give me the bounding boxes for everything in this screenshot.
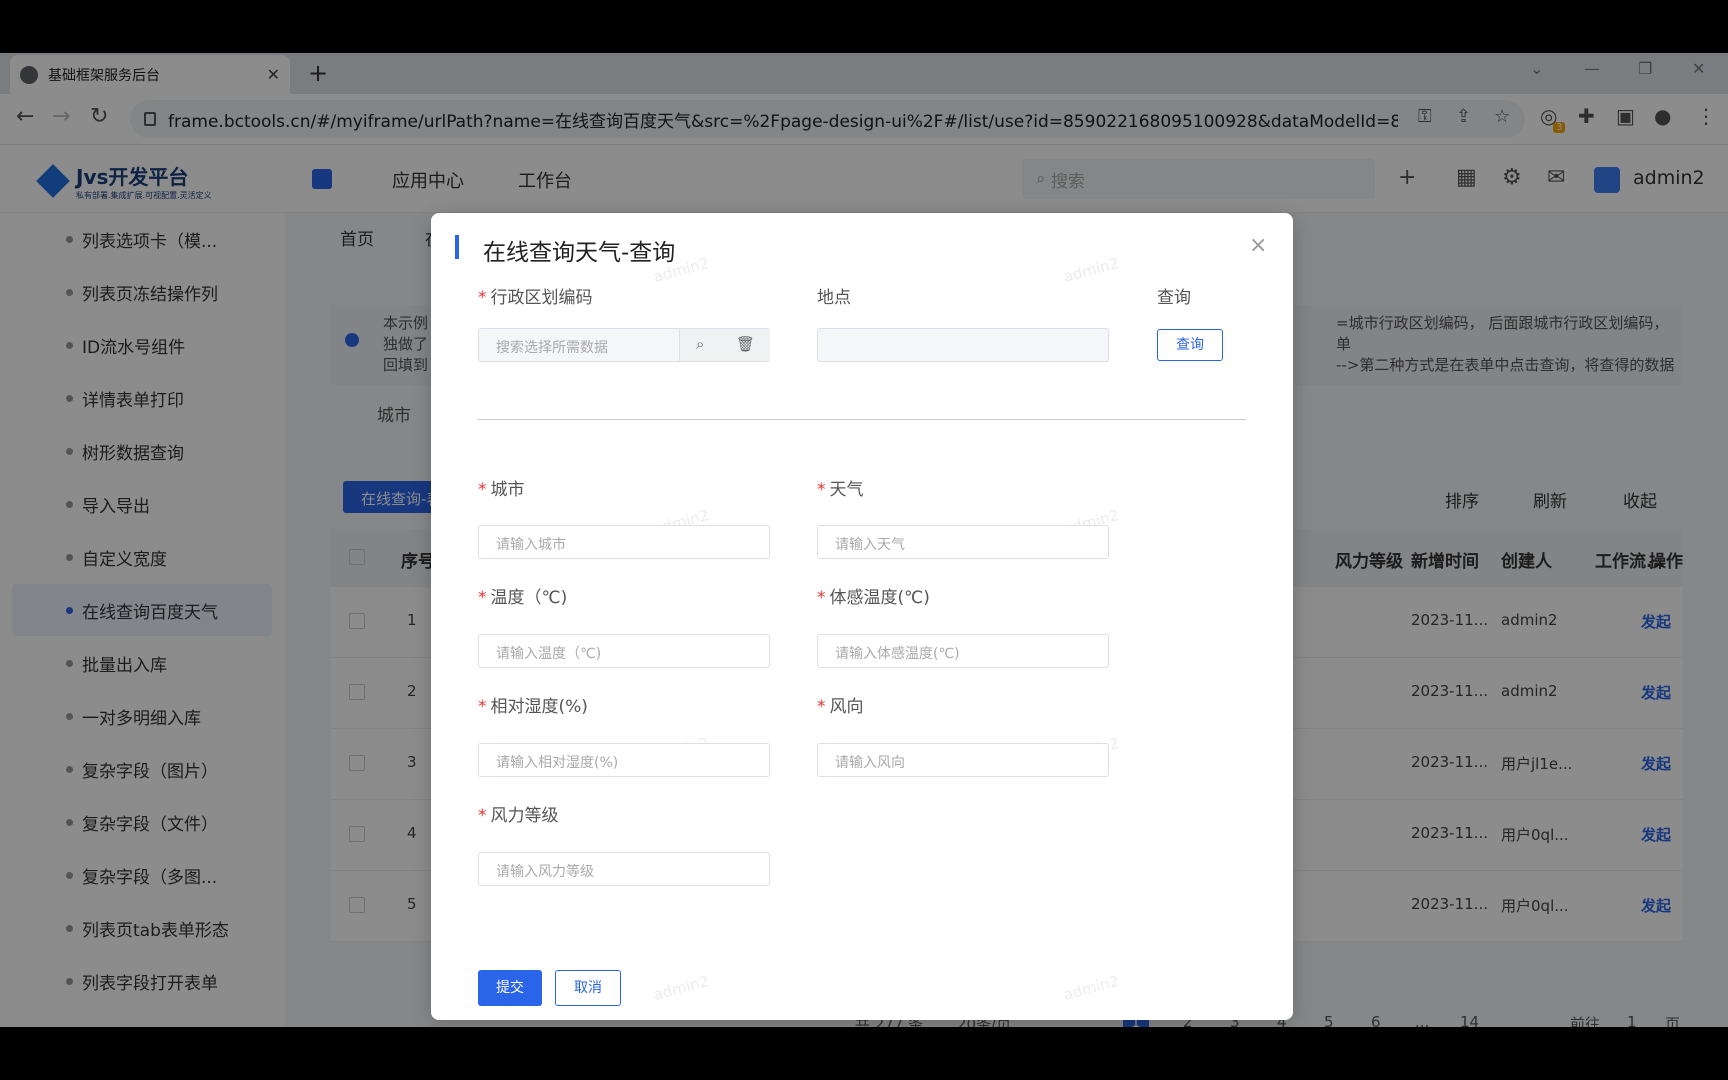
wind-level-label: * 风力等级 xyxy=(478,806,559,826)
region-placeholder: 搜索选择所需数据 xyxy=(496,340,608,356)
submit-button[interactable]: 提交 xyxy=(478,970,542,1006)
weather-label: * 天气 xyxy=(817,480,864,500)
screen: 基础框架服务后台 ✕ + ⌄ — ❐ ✕ ← → ↻ frame.bctools… xyxy=(0,53,1728,1027)
divider xyxy=(478,419,1246,420)
cancel-button[interactable]: 取消 xyxy=(555,970,621,1006)
trash-icon[interactable]: 🗑 xyxy=(736,335,755,353)
region-search-select[interactable]: 搜索选择所需数据 ⌕ 🗑 xyxy=(478,328,770,362)
city-field[interactable]: 请输入城市 xyxy=(478,525,770,559)
place-field[interactable] xyxy=(817,328,1109,362)
place-label: 地点 xyxy=(817,288,851,308)
title-accent xyxy=(455,235,459,259)
query-button[interactable]: 查询 xyxy=(1157,329,1223,361)
watermark: admin2 xyxy=(1061,971,1121,1005)
dialog-title: 在线查询天气-查询 xyxy=(483,240,676,266)
query-dialog: admin2 admin2 admin2 admin2 admin2 admin… xyxy=(431,213,1293,1020)
feels-field[interactable]: 请输入体感温度(℃) xyxy=(817,634,1109,668)
humidity-field[interactable]: 请输入相对湿度(%) xyxy=(478,743,770,777)
wind-level-field[interactable]: 请输入风力等级 xyxy=(478,852,770,886)
close-icon[interactable]: × xyxy=(1249,233,1267,258)
query-label: 查询 xyxy=(1157,288,1191,308)
watermark: admin2 xyxy=(651,971,711,1005)
wind-dir-label: * 风向 xyxy=(817,697,864,717)
city-label: * 城市 xyxy=(478,480,525,500)
temp-label: * 温度（℃) xyxy=(478,588,568,608)
watermark: admin2 xyxy=(1061,253,1121,287)
weather-field[interactable]: 请输入天气 xyxy=(817,525,1109,559)
wind-dir-field[interactable]: 请输入风向 xyxy=(817,743,1109,777)
temp-field[interactable]: 请输入温度（℃) xyxy=(478,634,770,668)
humidity-label: * 相对湿度(%) xyxy=(478,697,588,717)
search-icon[interactable]: ⌕ xyxy=(696,335,704,353)
feels-label: * 体感温度(℃) xyxy=(817,588,930,608)
region-label: * 行政区划编码 xyxy=(478,288,593,308)
